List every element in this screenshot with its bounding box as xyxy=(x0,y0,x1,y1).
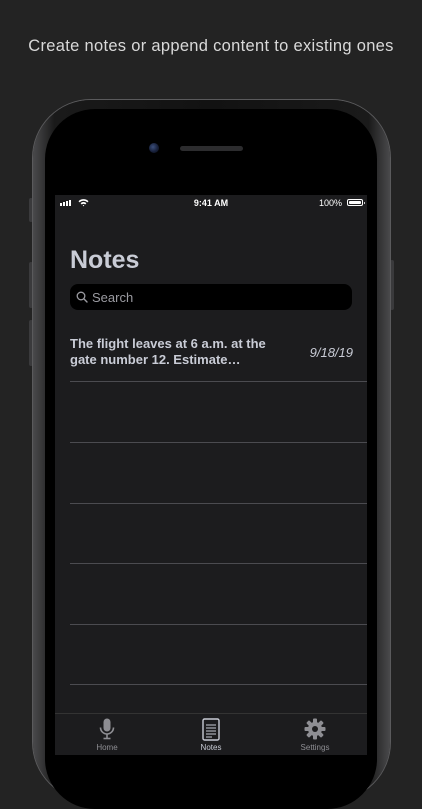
note-preview-text: The flight leaves at 6 a.m. at the gate … xyxy=(70,336,266,367)
tab-home[interactable]: Home xyxy=(67,714,147,754)
note-list-item[interactable]: The flight leaves at 6 a.m. at the gate … xyxy=(70,336,367,382)
search-icon xyxy=(76,291,88,303)
tab-bar: Home Notes Settings xyxy=(55,713,367,755)
status-bar: 9:41 AM 100% xyxy=(55,195,367,211)
row-separator xyxy=(70,442,367,443)
microphone-icon xyxy=(99,718,115,740)
earpiece-speaker xyxy=(180,146,243,151)
tab-home-label: Home xyxy=(96,743,118,752)
search-bar[interactable] xyxy=(70,284,352,310)
power-button xyxy=(390,260,394,310)
row-separator xyxy=(70,563,367,564)
note-date: 9/18/19 xyxy=(309,345,353,360)
tab-notes-label: Notes xyxy=(200,743,222,752)
row-separator xyxy=(70,684,367,685)
battery-icon xyxy=(347,199,365,206)
row-separator xyxy=(70,503,367,504)
document-icon xyxy=(202,718,220,741)
front-camera xyxy=(149,143,159,153)
tab-settings-label: Settings xyxy=(300,743,330,752)
phone-screen: 9:41 AM 100% Notes The flight leaves at … xyxy=(55,195,367,755)
gear-icon xyxy=(304,718,326,740)
tab-settings[interactable]: Settings xyxy=(275,714,355,754)
page-title: Notes xyxy=(70,246,140,274)
promo-caption: Create notes or append content to existi… xyxy=(28,37,394,55)
search-input[interactable] xyxy=(92,284,342,310)
row-separator xyxy=(70,624,367,625)
battery-percentage: 100% xyxy=(318,198,342,208)
tab-notes[interactable]: Notes xyxy=(171,714,251,754)
